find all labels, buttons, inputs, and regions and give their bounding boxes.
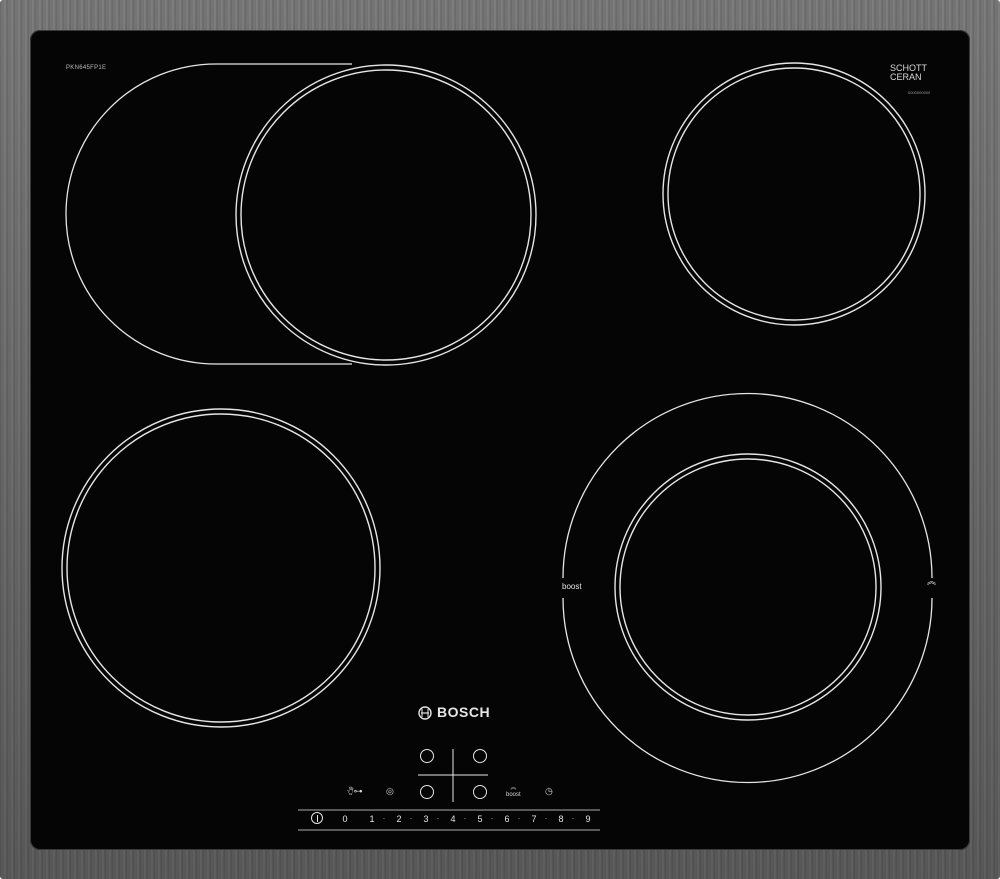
boost-button[interactable]: ︽ boost bbox=[506, 785, 521, 799]
zone-front-right[interactable] bbox=[662, 62, 926, 326]
level-dot: · bbox=[382, 814, 386, 823]
zone-front-left-extended[interactable] bbox=[65, 63, 537, 366]
boost-button-label: boost bbox=[506, 792, 521, 798]
timer-icon[interactable]: ◷ bbox=[545, 786, 553, 797]
zone-rear-right-inner-ring bbox=[619, 458, 877, 716]
zone-rear-left-outer-ring bbox=[61, 408, 381, 728]
schott-ceran-logo: SCHOTT CERAN 0000000000 bbox=[890, 64, 930, 97]
boost-zone-arrows-icon: ︽ bbox=[927, 576, 937, 586]
wipe-protection-icon[interactable]: ◎ bbox=[386, 786, 394, 797]
level-dot: · bbox=[436, 814, 440, 823]
level-9[interactable]: 9 bbox=[582, 814, 594, 824]
level-7[interactable]: 7 bbox=[528, 814, 540, 824]
power-level-slider[interactable]: 0 1 · 2 · 3 · 4 · 5 · 6 · 7 · 8 · 9 bbox=[298, 810, 600, 832]
select-zone-rear-left-button[interactable] bbox=[420, 749, 434, 763]
select-zone-rear-right-button[interactable] bbox=[473, 749, 487, 763]
boost-zone-label: boost bbox=[562, 582, 582, 591]
serial-number: 0000000000 bbox=[908, 90, 931, 95]
level-dot: · bbox=[571, 814, 575, 823]
level-8[interactable]: 8 bbox=[555, 814, 567, 824]
zone-rear-left-inner-ring bbox=[66, 413, 376, 723]
child-lock-icon[interactable]: 🖐︎⊶ bbox=[347, 786, 363, 797]
zone-front-left-outer-ring bbox=[235, 64, 537, 366]
zone-front-right-inner-ring bbox=[667, 67, 921, 321]
level-6[interactable]: 6 bbox=[501, 814, 513, 824]
roaster-extension-outline bbox=[65, 63, 352, 365]
boost-chevron-icon: ︽ bbox=[510, 785, 517, 791]
level-3[interactable]: 3 bbox=[420, 814, 432, 824]
level-dot: · bbox=[490, 814, 494, 823]
level-dot: · bbox=[517, 814, 521, 823]
zone-front-right-outer-ring bbox=[662, 62, 926, 326]
zone-rear-left[interactable] bbox=[61, 408, 381, 728]
select-zone-front-left-button[interactable] bbox=[420, 785, 434, 799]
boost-zone-outer-arc-lower bbox=[562, 597, 933, 784]
boost-zone-outer-arc bbox=[562, 392, 933, 579]
level-dot: · bbox=[463, 814, 467, 823]
level-dot: · bbox=[409, 814, 413, 823]
brand-logo: BOSCH bbox=[418, 704, 490, 720]
cooking-zones bbox=[61, 62, 933, 831]
level-5[interactable]: 5 bbox=[474, 814, 486, 824]
level-1[interactable]: 1 bbox=[366, 814, 378, 824]
level-4[interactable]: 4 bbox=[447, 814, 459, 824]
level-0[interactable]: 0 bbox=[339, 814, 351, 824]
zone-rear-right-boost[interactable] bbox=[562, 392, 933, 784]
level-2[interactable]: 2 bbox=[393, 814, 405, 824]
model-number: PKN645FP1E bbox=[66, 65, 107, 71]
level-dot: · bbox=[544, 814, 548, 823]
zone-front-left-inner-ring bbox=[240, 69, 532, 361]
select-zone-front-right-button[interactable] bbox=[473, 785, 487, 799]
zone-rear-right-outer-ring bbox=[614, 453, 882, 721]
ceran-label: CERAN bbox=[890, 72, 922, 82]
brand-name: BOSCH bbox=[437, 704, 491, 720]
